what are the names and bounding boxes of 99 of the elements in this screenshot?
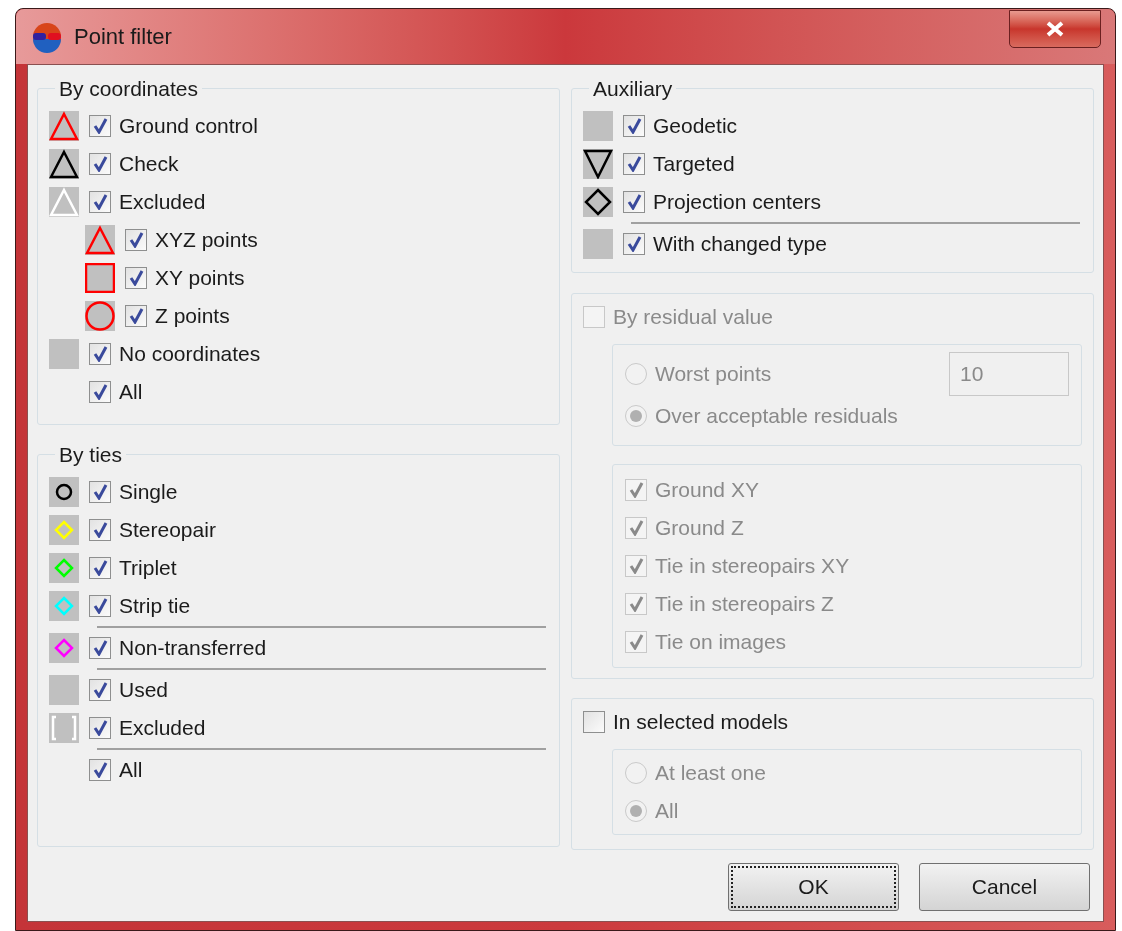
checkbox-label: Check — [119, 150, 179, 177]
dialog-button[interactable]: OK — [728, 863, 899, 911]
check-icon — [92, 761, 108, 778]
checkbox-label: No coordinates — [119, 340, 261, 367]
checkbox[interactable] — [89, 678, 111, 701]
group-title: Auxiliary — [592, 76, 674, 102]
checkbox-label: Strip tie — [119, 592, 191, 619]
checkbox[interactable] — [89, 758, 111, 781]
check-icon — [628, 520, 644, 536]
checkbox[interactable] — [583, 711, 605, 733]
checkbox-label: Tie in stereopairs XY — [655, 553, 850, 580]
close-icon — [1045, 20, 1065, 37]
check-icon — [92, 345, 108, 362]
diamond-icon — [583, 186, 613, 217]
checkbox-label: Z points — [155, 302, 230, 329]
checkbox[interactable] — [89, 190, 111, 213]
check-icon — [92, 559, 108, 576]
radio-label: Worst points — [655, 361, 772, 388]
checkbox[interactable] — [125, 228, 147, 251]
window-title: Point filter — [74, 23, 172, 51]
checkbox-label: Excluded — [119, 714, 206, 741]
checkbox[interactable] — [125, 304, 147, 327]
checkbox-label: Single — [119, 478, 178, 505]
checkbox[interactable] — [623, 152, 645, 175]
triangle-icon — [49, 186, 79, 217]
check-icon — [92, 117, 108, 134]
check-icon — [92, 483, 108, 500]
bracket-icon — [49, 712, 79, 743]
check-icon — [92, 639, 108, 656]
check-icon — [626, 117, 642, 134]
checkbox[interactable] — [89, 114, 111, 137]
checkbox[interactable] — [89, 342, 111, 365]
checkbox-label: By residual value — [613, 304, 773, 331]
square-icon — [85, 262, 115, 293]
checkbox[interactable] — [89, 556, 111, 579]
group-title: By ties — [58, 442, 124, 468]
checkbox-label: Used — [119, 676, 169, 703]
dialog-button[interactable]: Cancel — [919, 863, 1090, 911]
checkbox[interactable] — [623, 114, 645, 137]
check-icon — [92, 383, 108, 400]
check-icon — [92, 193, 108, 210]
checkbox-label: Stereopair — [119, 516, 216, 543]
checkbox-label: Tie in stereopairs Z — [655, 591, 834, 618]
checkbox-label: Excluded — [119, 188, 206, 215]
swatch-icon — [49, 674, 79, 705]
check-icon — [628, 634, 644, 650]
radio-label: At least one — [655, 760, 766, 787]
checkbox-label: XY points — [155, 264, 245, 291]
check-icon — [92, 681, 108, 698]
triangle-icon — [583, 148, 613, 179]
checkbox-label: Ground control — [119, 112, 258, 139]
triangle-icon — [49, 110, 79, 141]
checkbox-label: Ground Z — [655, 515, 744, 542]
triangle-icon — [49, 148, 79, 179]
checkbox[interactable] — [89, 594, 111, 617]
checkbox-label: Targeted — [653, 150, 735, 177]
close-button[interactable] — [1009, 9, 1101, 48]
check-icon — [628, 596, 644, 612]
checkbox[interactable] — [89, 518, 111, 541]
radio-label: All — [655, 798, 679, 825]
swatch-icon — [583, 228, 613, 259]
checkbox-label: Tie on images — [655, 629, 787, 656]
checkbox-label: In selected models — [613, 709, 789, 736]
check-icon — [628, 558, 644, 574]
checkbox[interactable] — [89, 636, 111, 659]
checkbox-label: Non-transferred — [119, 634, 267, 661]
checkbox-label: All — [119, 756, 143, 783]
checkbox[interactable] — [89, 152, 111, 175]
check-icon — [128, 307, 144, 324]
checkbox-label: XYZ points — [155, 226, 258, 253]
check-icon — [92, 597, 108, 614]
checkbox[interactable] — [89, 716, 111, 739]
check-icon — [628, 482, 644, 498]
circle-icon — [85, 300, 115, 331]
check-icon — [626, 155, 642, 172]
checkbox[interactable] — [623, 232, 645, 255]
triangle-icon — [85, 224, 115, 255]
group-title: By coordinates — [58, 76, 199, 102]
checkbox[interactable] — [89, 380, 111, 403]
check-icon — [92, 521, 108, 538]
checkbox-label: With changed type — [653, 230, 827, 257]
checkbox[interactable] — [623, 190, 645, 213]
check-icon — [626, 193, 642, 210]
check-icon — [626, 235, 642, 252]
check-icon — [92, 155, 108, 172]
checkbox-label: Triplet — [119, 554, 177, 581]
checkbox[interactable] — [89, 480, 111, 503]
swatch-icon — [49, 338, 79, 369]
radio-label: Over acceptable residuals — [655, 403, 898, 430]
checkbox-label: Projection centers — [653, 188, 822, 215]
checkbox-label: Geodetic — [653, 112, 738, 139]
glasses-icon — [30, 20, 64, 53]
swatch-icon — [583, 110, 613, 141]
checkbox-label: Ground XY — [655, 477, 759, 504]
checkbox-label: All — [119, 378, 143, 405]
check-icon — [92, 719, 108, 736]
check-icon — [128, 231, 144, 248]
checkbox[interactable] — [125, 266, 147, 289]
check-icon — [128, 269, 144, 286]
